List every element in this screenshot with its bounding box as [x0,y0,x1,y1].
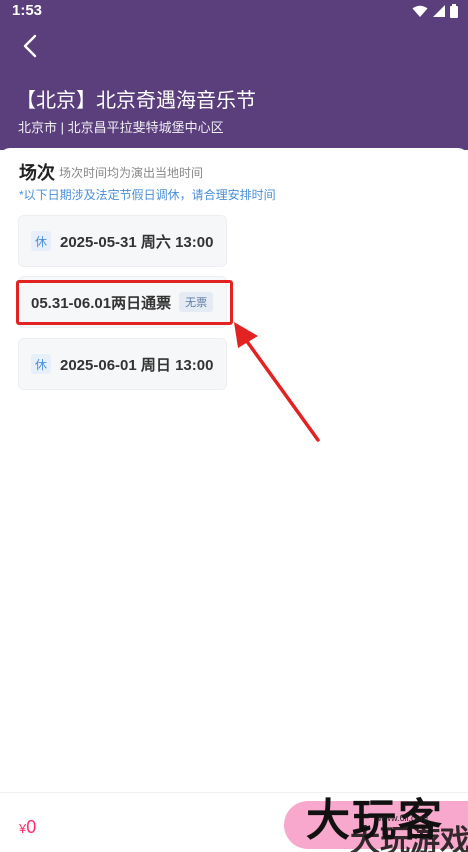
total-price: ¥0 [19,817,36,838]
status-bar: 1:53 [0,0,468,22]
chevron-left-icon [23,34,37,58]
annotation-highlight-box [16,280,233,325]
status-icons [412,4,458,18]
signal-icon [433,5,445,17]
section-subtitle: 场次时间均为演出当地时间 [59,166,204,180]
holiday-note: *以下日期涉及法定节假日调休，请合理安排时间 [19,188,276,202]
section-title: 场次 [19,163,55,183]
rest-day-badge: 休 [31,231,51,251]
header: 1:53 【北京】北京奇遇海音乐节 北京市 | 北京昌平拉斐特城堡中心区 [0,0,468,150]
price-value: 0 [26,817,37,837]
session-label: 2025-05-31 周六 13:00 [60,233,214,251]
event-venue: 北京市 | 北京昌平拉斐特城堡中心区 [18,120,224,135]
back-button[interactable] [14,30,46,62]
session-label: 2025-06-01 周日 13:00 [60,356,214,374]
status-time: 1:53 [12,2,43,19]
event-title: 【北京】北京奇遇海音乐节 [16,90,256,112]
session-option[interactable]: 休 2025-05-31 周六 13:00 [18,215,227,267]
session-option[interactable]: 休 2025-06-01 周日 13:00 [18,338,227,390]
rest-day-badge: 休 [31,354,51,374]
battery-icon [450,4,458,18]
sessions-panel: 场次 场次时间均为演出当地时间 *以下日期涉及法定节假日调休，请合理安排时间 休… [0,148,468,792]
wifi-icon [412,5,428,17]
watermark-url: www.6ll.com [378,813,429,823]
